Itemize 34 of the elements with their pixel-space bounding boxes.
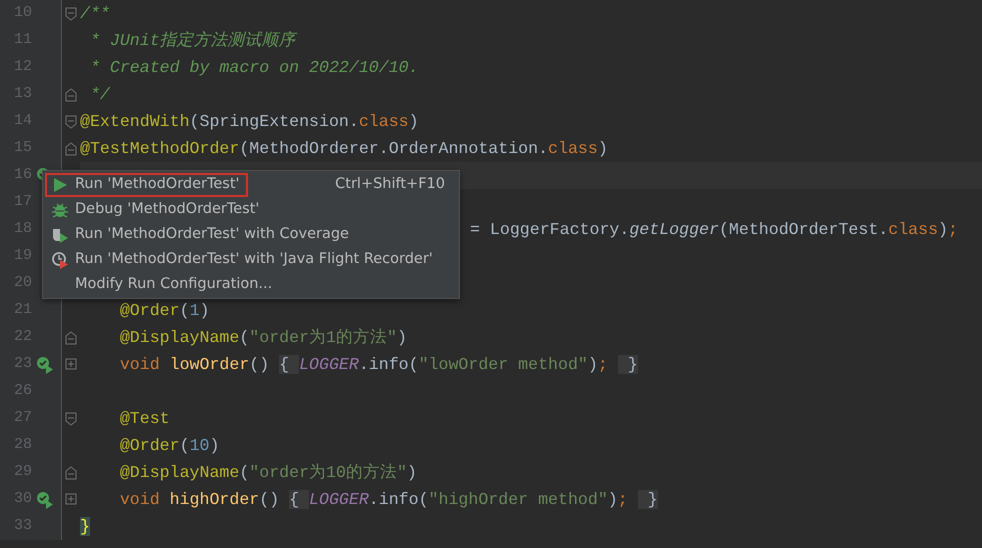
fold-icon[interactable]	[65, 6, 77, 20]
menu-item[interactable]: Run 'MethodOrderTest' with Coverage	[45, 222, 357, 246]
code-line: * Created by macro on 2022/10/10.	[88, 58, 419, 78]
menu-item[interactable]: Modify Run Configuration...	[45, 272, 280, 296]
menu-item[interactable]: Debug 'MethodOrderTest'	[45, 198, 268, 222]
fold-icon[interactable]	[65, 88, 77, 102]
code-line: @DisplayName("order为10的方法")	[118, 462, 417, 482]
run-check-icon[interactable]	[36, 490, 54, 508]
code-line: @TestMethodOrder(MethodOrderer.OrderAnnotation.class)	[80, 138, 608, 158]
clock-icon	[51, 250, 69, 268]
code-line: /**	[80, 4, 110, 24]
code-line: * JUnit指定方法测试顺序	[88, 30, 296, 50]
run-icon	[51, 176, 69, 194]
menu-item[interactable]: Run 'MethodOrderTest' with 'Java Flight Recorder'	[45, 248, 441, 272]
code-line: @Test	[118, 408, 170, 428]
code-line: @ExtendWith(SpringExtension.class)	[80, 112, 419, 132]
code-line: void highOrder() { LOGGER.info("highOrder method"); }	[118, 490, 658, 510]
expand-icon[interactable]	[65, 358, 77, 372]
expand-icon[interactable]	[65, 492, 77, 506]
code-line: */	[88, 84, 110, 104]
run-check-icon[interactable]	[36, 356, 54, 374]
code-line: @Order(10)	[118, 436, 220, 456]
code-line: @Order(1)	[118, 300, 210, 320]
bug-icon	[51, 200, 69, 218]
code-line: = LoggerFactory.getLogger(MethodOrderTest.class);	[470, 220, 958, 240]
shortcut-label: Ctrl+Shift+F10	[335, 174, 445, 194]
menu-item[interactable]: Run 'MethodOrderTest'	[45, 172, 248, 196]
code-line: void lowOrder() { LOGGER.info("lowOrder method"); }	[118, 354, 638, 374]
fold-icon[interactable]	[65, 466, 77, 480]
code-line: @DisplayName("order为1的方法")	[118, 328, 407, 348]
fold-icon[interactable]	[65, 330, 77, 344]
fold-icon[interactable]	[65, 412, 77, 426]
fold-icon[interactable]	[65, 142, 77, 156]
fold-icon[interactable]	[65, 114, 77, 128]
